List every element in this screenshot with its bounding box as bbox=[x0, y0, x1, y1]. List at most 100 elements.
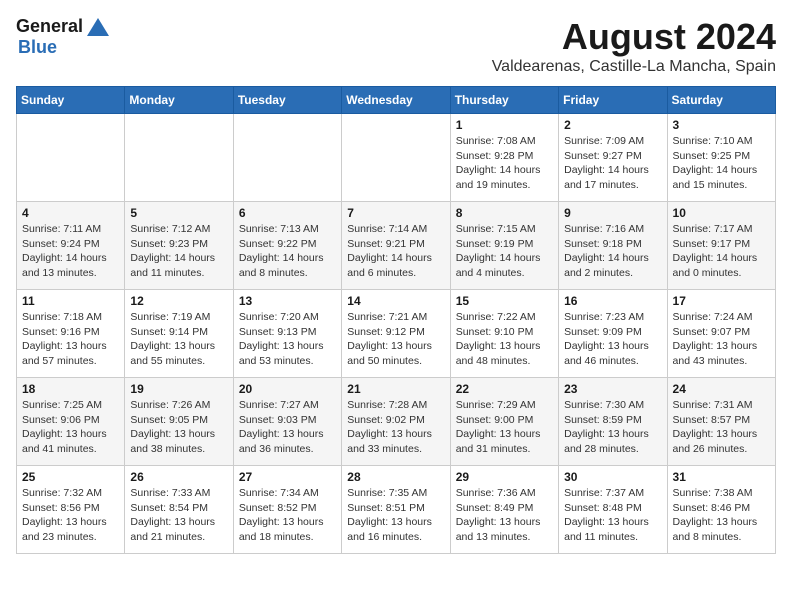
calendar-cell: 27 Sunrise: 7:34 AMSunset: 8:52 PMDayligh… bbox=[233, 466, 341, 554]
calendar-header: SundayMondayTuesdayWednesdayThursdayFrid… bbox=[17, 87, 776, 114]
day-number: 15 bbox=[456, 294, 553, 308]
day-number: 25 bbox=[22, 470, 119, 484]
day-number: 16 bbox=[564, 294, 661, 308]
day-info: Sunrise: 7:29 AMSunset: 9:00 PMDaylight:… bbox=[456, 398, 553, 457]
day-info: Sunrise: 7:30 AMSunset: 8:59 PMDaylight:… bbox=[564, 398, 661, 457]
day-number: 6 bbox=[239, 206, 336, 220]
day-info: Sunrise: 7:35 AMSunset: 8:51 PMDaylight:… bbox=[347, 486, 444, 545]
day-number: 27 bbox=[239, 470, 336, 484]
logo-general: General bbox=[16, 16, 83, 37]
calendar-cell: 6 Sunrise: 7:13 AMSunset: 9:22 PMDaylight… bbox=[233, 202, 341, 290]
day-info: Sunrise: 7:09 AMSunset: 9:27 PMDaylight:… bbox=[564, 134, 661, 193]
day-info: Sunrise: 7:19 AMSunset: 9:14 PMDaylight:… bbox=[130, 310, 227, 369]
calendar-cell: 4 Sunrise: 7:11 AMSunset: 9:24 PMDaylight… bbox=[17, 202, 125, 290]
calendar-body: 1Sunrise: 7:08 AMSunset: 9:28 PMDaylight… bbox=[17, 114, 776, 554]
calendar-week-row: 4 Sunrise: 7:11 AMSunset: 9:24 PMDaylight… bbox=[17, 202, 776, 290]
day-info: Sunrise: 7:24 AMSunset: 9:07 PMDaylight:… bbox=[673, 310, 770, 369]
calendar-cell: 15 Sunrise: 7:22 AMSunset: 9:10 PMDayligh… bbox=[450, 290, 558, 378]
day-number: 14 bbox=[347, 294, 444, 308]
day-info: Sunrise: 7:34 AMSunset: 8:52 PMDaylight:… bbox=[239, 486, 336, 545]
calendar-cell: 31 Sunrise: 7:38 AMSunset: 8:46 PMDayligh… bbox=[667, 466, 775, 554]
calendar-cell: 8 Sunrise: 7:15 AMSunset: 9:19 PMDaylight… bbox=[450, 202, 558, 290]
day-number: 29 bbox=[456, 470, 553, 484]
calendar-cell: 30Sunrise: 7:37 AMSunset: 8:48 PMDayligh… bbox=[559, 466, 667, 554]
day-number: 12 bbox=[130, 294, 227, 308]
calendar-table: SundayMondayTuesdayWednesdayThursdayFrid… bbox=[16, 86, 776, 554]
calendar-cell: 12 Sunrise: 7:19 AMSunset: 9:14 PMDayligh… bbox=[125, 290, 233, 378]
calendar-cell: 28 Sunrise: 7:35 AMSunset: 8:51 PMDayligh… bbox=[342, 466, 450, 554]
calendar-cell: 18 Sunrise: 7:25 AMSunset: 9:06 PMDayligh… bbox=[17, 378, 125, 466]
day-number: 1 bbox=[456, 118, 553, 132]
day-number: 3 bbox=[673, 118, 770, 132]
day-info: Sunrise: 7:36 AMSunset: 8:49 PMDaylight:… bbox=[456, 486, 553, 545]
day-number: 31 bbox=[673, 470, 770, 484]
weekday-header: Monday bbox=[125, 87, 233, 114]
day-info: Sunrise: 7:12 AMSunset: 9:23 PMDaylight:… bbox=[130, 222, 227, 281]
calendar-cell: 19 Sunrise: 7:26 AMSunset: 9:05 PMDayligh… bbox=[125, 378, 233, 466]
day-info: Sunrise: 7:22 AMSunset: 9:10 PMDaylight:… bbox=[456, 310, 553, 369]
calendar-cell bbox=[125, 114, 233, 202]
day-number: 22 bbox=[456, 382, 553, 396]
day-number: 24 bbox=[673, 382, 770, 396]
calendar-cell bbox=[233, 114, 341, 202]
calendar-cell: 29 Sunrise: 7:36 AMSunset: 8:49 PMDayligh… bbox=[450, 466, 558, 554]
day-number: 23 bbox=[564, 382, 661, 396]
day-info: Sunrise: 7:32 AMSunset: 8:56 PMDaylight:… bbox=[22, 486, 119, 545]
calendar-cell: 17 Sunrise: 7:24 AMSunset: 9:07 PMDayligh… bbox=[667, 290, 775, 378]
day-info: Sunrise: 7:17 AMSunset: 9:17 PMDaylight:… bbox=[673, 222, 770, 281]
day-info: Sunrise: 7:15 AMSunset: 9:19 PMDaylight:… bbox=[456, 222, 553, 281]
day-number: 28 bbox=[347, 470, 444, 484]
calendar-cell: 22 Sunrise: 7:29 AMSunset: 9:00 PMDayligh… bbox=[450, 378, 558, 466]
day-info: Sunrise: 7:31 AMSunset: 8:57 PMDaylight:… bbox=[673, 398, 770, 457]
calendar-cell: 25 Sunrise: 7:32 AMSunset: 8:56 PMDayligh… bbox=[17, 466, 125, 554]
day-number: 18 bbox=[22, 382, 119, 396]
day-info: Sunrise: 7:21 AMSunset: 9:12 PMDaylight:… bbox=[347, 310, 444, 369]
day-number: 26 bbox=[130, 470, 227, 484]
day-info: Sunrise: 7:25 AMSunset: 9:06 PMDaylight:… bbox=[22, 398, 119, 457]
logo-icon bbox=[87, 18, 109, 36]
day-info: Sunrise: 7:27 AMSunset: 9:03 PMDaylight:… bbox=[239, 398, 336, 457]
header-row: SundayMondayTuesdayWednesdayThursdayFrid… bbox=[17, 87, 776, 114]
day-info: Sunrise: 7:26 AMSunset: 9:05 PMDaylight:… bbox=[130, 398, 227, 457]
calendar-cell: 5 Sunrise: 7:12 AMSunset: 9:23 PMDaylight… bbox=[125, 202, 233, 290]
calendar-week-row: 1Sunrise: 7:08 AMSunset: 9:28 PMDaylight… bbox=[17, 114, 776, 202]
calendar-cell: 20 Sunrise: 7:27 AMSunset: 9:03 PMDayligh… bbox=[233, 378, 341, 466]
weekday-header: Wednesday bbox=[342, 87, 450, 114]
calendar-week-row: 18 Sunrise: 7:25 AMSunset: 9:06 PMDayligh… bbox=[17, 378, 776, 466]
day-number: 19 bbox=[130, 382, 227, 396]
weekday-header: Saturday bbox=[667, 87, 775, 114]
day-number: 8 bbox=[456, 206, 553, 220]
day-number: 21 bbox=[347, 382, 444, 396]
day-number: 10 bbox=[673, 206, 770, 220]
day-number: 7 bbox=[347, 206, 444, 220]
day-info: Sunrise: 7:11 AMSunset: 9:24 PMDaylight:… bbox=[22, 222, 119, 281]
calendar-cell: 11Sunrise: 7:18 AMSunset: 9:16 PMDayligh… bbox=[17, 290, 125, 378]
day-info: Sunrise: 7:23 AMSunset: 9:09 PMDaylight:… bbox=[564, 310, 661, 369]
day-number: 4 bbox=[22, 206, 119, 220]
day-info: Sunrise: 7:14 AMSunset: 9:21 PMDaylight:… bbox=[347, 222, 444, 281]
day-number: 20 bbox=[239, 382, 336, 396]
calendar-week-row: 11Sunrise: 7:18 AMSunset: 9:16 PMDayligh… bbox=[17, 290, 776, 378]
day-number: 5 bbox=[130, 206, 227, 220]
day-info: Sunrise: 7:16 AMSunset: 9:18 PMDaylight:… bbox=[564, 222, 661, 281]
calendar-cell: 1Sunrise: 7:08 AMSunset: 9:28 PMDaylight… bbox=[450, 114, 558, 202]
day-number: 13 bbox=[239, 294, 336, 308]
calendar-cell: 23 Sunrise: 7:30 AMSunset: 8:59 PMDayligh… bbox=[559, 378, 667, 466]
day-info: Sunrise: 7:10 AMSunset: 9:25 PMDaylight:… bbox=[673, 134, 770, 193]
calendar-cell: 10 Sunrise: 7:17 AMSunset: 9:17 PMDayligh… bbox=[667, 202, 775, 290]
calendar-cell: 13 Sunrise: 7:20 AMSunset: 9:13 PMDayligh… bbox=[233, 290, 341, 378]
day-info: Sunrise: 7:20 AMSunset: 9:13 PMDaylight:… bbox=[239, 310, 336, 369]
calendar-title: August 2024 bbox=[492, 16, 776, 58]
weekday-header: Friday bbox=[559, 87, 667, 114]
title-area: August 2024 Valdearenas, Castille-La Man… bbox=[492, 16, 776, 76]
day-info: Sunrise: 7:28 AMSunset: 9:02 PMDaylight:… bbox=[347, 398, 444, 457]
day-number: 11 bbox=[22, 294, 119, 308]
logo-blue: Blue bbox=[18, 37, 57, 58]
day-number: 17 bbox=[673, 294, 770, 308]
day-info: Sunrise: 7:33 AMSunset: 8:54 PMDaylight:… bbox=[130, 486, 227, 545]
calendar-cell bbox=[342, 114, 450, 202]
calendar-cell: 3 Sunrise: 7:10 AMSunset: 9:25 PMDaylight… bbox=[667, 114, 775, 202]
day-info: Sunrise: 7:38 AMSunset: 8:46 PMDaylight:… bbox=[673, 486, 770, 545]
day-info: Sunrise: 7:13 AMSunset: 9:22 PMDaylight:… bbox=[239, 222, 336, 281]
page-header: General Blue August 2024 Valdearenas, Ca… bbox=[16, 16, 776, 76]
